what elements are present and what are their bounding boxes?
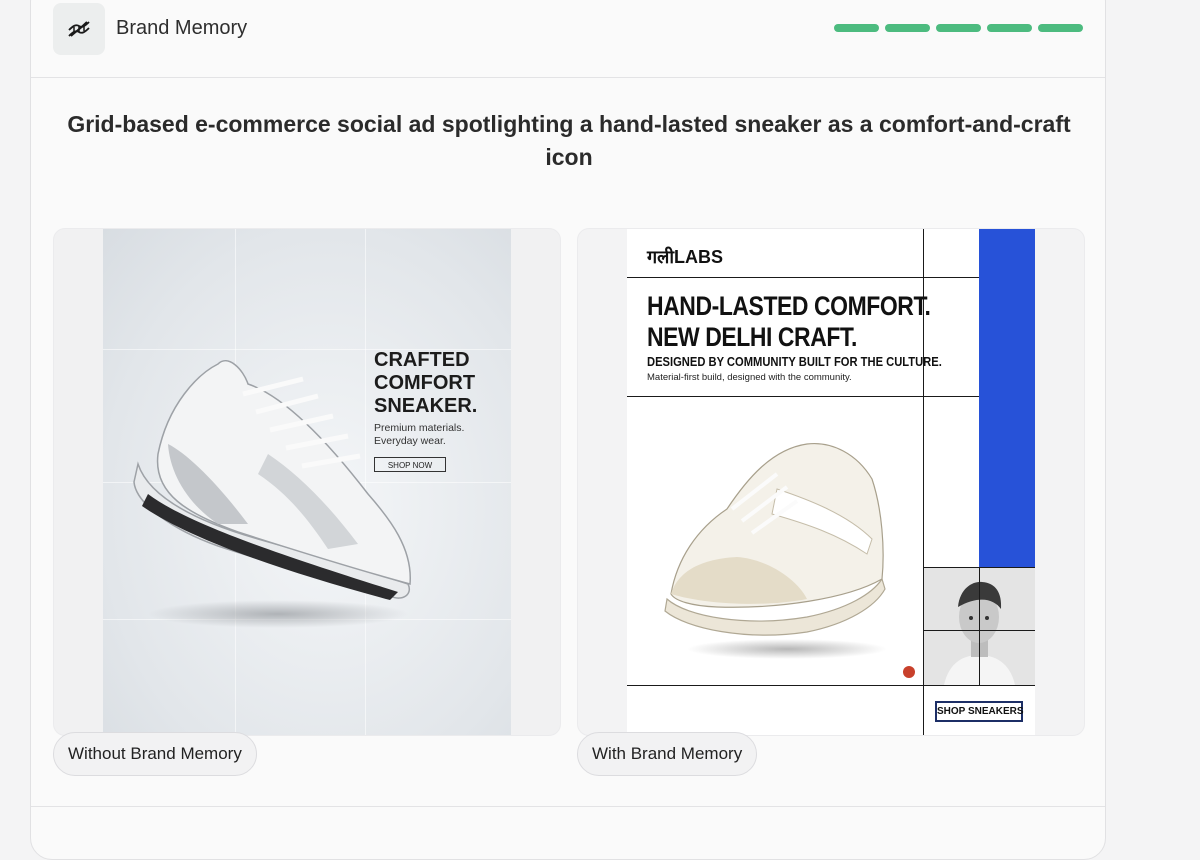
panel-without-brand-memory[interactable]: CRAFTED COMFORT SNEAKER. Premium materia… bbox=[53, 228, 561, 736]
brand-logo bbox=[53, 3, 105, 55]
label-without-brand-memory[interactable]: Without Brand Memory bbox=[53, 732, 257, 776]
shop-now-button: SHOP NOW bbox=[374, 457, 446, 472]
ad-subtext: Premium materials. Everyday wear. bbox=[374, 422, 465, 447]
progress-segment bbox=[936, 24, 981, 32]
card-divider bbox=[31, 806, 1105, 807]
ad-headline: HAND-LASTED COMFORT. NEW DELHI CRAFT. bbox=[647, 291, 931, 352]
card-header: Brand Memory bbox=[31, 1, 1105, 78]
prompt-headline: Grid-based e-commerce social ad spotligh… bbox=[67, 111, 1071, 170]
progress-segment bbox=[885, 24, 930, 32]
ad-image-branded: गलीLABS HAND-LASTED COMFORT. NEW DELHI C… bbox=[627, 229, 1035, 735]
panel-with-brand-memory[interactable]: गलीLABS HAND-LASTED COMFORT. NEW DELHI C… bbox=[577, 228, 1085, 736]
progress-indicator bbox=[834, 24, 1083, 32]
court-sneaker-image bbox=[664, 442, 887, 659]
dna-icon bbox=[68, 21, 90, 37]
accent-dot bbox=[903, 666, 915, 678]
galilabs-logo: गलीLABS bbox=[647, 247, 723, 267]
ad-headline: CRAFTED COMFORT SNEAKER. bbox=[374, 349, 478, 417]
progress-segment bbox=[834, 24, 879, 32]
ad-body: Material-first build, designed with the … bbox=[647, 372, 852, 383]
shop-sneakers-button: SHOP SNEAKERS bbox=[935, 701, 1024, 722]
progress-segment bbox=[987, 24, 1032, 32]
label-with-brand-memory[interactable]: With Brand Memory bbox=[577, 732, 758, 776]
progress-segment bbox=[1038, 24, 1083, 32]
ad-image-generic: CRAFTED COMFORT SNEAKER. Premium materia… bbox=[103, 229, 511, 735]
brand-memory-card: Brand Memory Grid-based e-commerce socia… bbox=[30, 0, 1106, 860]
ad-subhead: DESIGNED BY COMMUNITY BUILT FOR THE CULT… bbox=[647, 354, 942, 369]
brand-accent-block bbox=[979, 229, 1035, 567]
header-title: Brand Memory bbox=[116, 17, 248, 39]
